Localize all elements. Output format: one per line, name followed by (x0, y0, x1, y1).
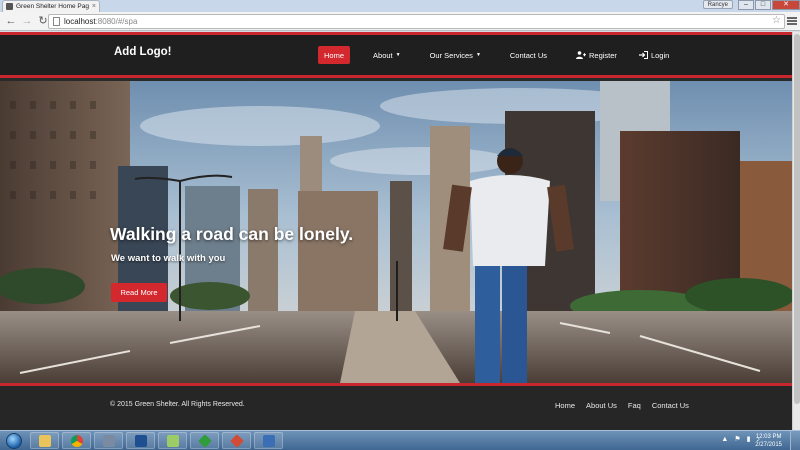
nav-login[interactable]: Login (633, 46, 675, 64)
forward-button[interactable]: → (20, 14, 34, 28)
address-bar[interactable]: localhost:8080/#/spa ☆ (48, 14, 785, 29)
taskbar-apps (30, 432, 283, 449)
footer-link-faq[interactable]: Faq (628, 401, 641, 410)
chrome-icon (70, 434, 83, 447)
nav-about-label: About (373, 50, 393, 60)
network-icon[interactable]: ▮ (747, 435, 751, 443)
window-controls: Rancye – □ ✕ (702, 0, 800, 11)
maximize-button[interactable]: □ (755, 0, 771, 10)
page-favicon-icon (6, 3, 13, 10)
login-icon (638, 51, 648, 59)
chevron-down-icon: ▼ (395, 52, 401, 58)
read-more-button[interactable]: Read More (111, 283, 167, 302)
tab-title: Green Shelter Home Page (16, 3, 89, 10)
nav-services-label: Our Services (429, 50, 473, 60)
notepad-icon (166, 434, 179, 447)
powershell-icon (134, 434, 147, 447)
site-navbar: Add Logo! Home About ▼ Our Services ▼ Cont… (0, 32, 792, 78)
user-plus-icon (576, 51, 586, 59)
taskbar-notepad[interactable] (158, 432, 187, 449)
windows-orb-icon (6, 432, 22, 449)
project-icon (262, 434, 275, 447)
green-app-icon (197, 433, 212, 448)
footer-link-home[interactable]: Home (555, 401, 575, 410)
start-button[interactable] (2, 431, 26, 450)
flag-icon[interactable]: ⚑ (734, 435, 740, 443)
site-logo[interactable]: Add Logo! (114, 46, 171, 58)
taskbar-powershell[interactable] (126, 432, 155, 449)
chrome-menu-icon[interactable] (787, 15, 797, 27)
nav-home[interactable]: Home (318, 46, 351, 64)
tray-arrow-icon[interactable]: ▲ (721, 436, 728, 443)
taskbar-green-app[interactable] (190, 432, 219, 449)
nav-register[interactable]: Register (570, 46, 623, 64)
windows-taskbar: ▲ ⚑ ▮ ♪ 12:03 PM 2/27/2015 (0, 430, 800, 450)
clock-date: 2/27/2015 (755, 442, 782, 448)
scrollbar-thumb[interactable] (794, 34, 800, 404)
clock-time: 12:03 PM (755, 434, 782, 440)
taskbar-tools[interactable] (94, 432, 123, 449)
url-path: :8080/#/spa (95, 17, 138, 26)
back-button[interactable]: ← (4, 14, 18, 28)
hero-subtitle: We want to walk with you (111, 253, 226, 264)
nav-contact[interactable]: Contact Us (504, 46, 553, 64)
bookmark-star-icon[interactable]: ☆ (772, 15, 781, 26)
footer-links: Home About Us Faq Contact Us (555, 401, 689, 410)
taskbar-chrome[interactable] (62, 432, 91, 449)
site-footer: © 2015 Green Shelter. All Rights Reserve… (0, 386, 792, 430)
folder-icon (38, 434, 51, 447)
hero-title: Walking a road can be lonely. (110, 224, 354, 244)
browser-toolbar: ← → ↻ localhost:8080/#/spa ☆ (0, 12, 800, 31)
red-app-icon (229, 433, 244, 448)
system-tray: ▲ ⚑ ▮ ♪ (721, 435, 760, 444)
page-viewport: Add Logo! Home About ▼ Our Services ▼ Cont… (0, 32, 792, 430)
taskbar-explorer[interactable] (30, 432, 59, 449)
nav-login-label: Login (650, 50, 670, 60)
nav-contact-label: Contact Us (509, 50, 547, 60)
footer-link-contact[interactable]: Contact Us (652, 401, 689, 410)
taskbar-project[interactable] (254, 432, 283, 449)
taskbar-red-app[interactable] (222, 432, 251, 449)
nav-home-label: Home (324, 50, 345, 60)
hero-banner: Walking a road can be lonely. We want to… (0, 81, 792, 383)
close-window-button[interactable]: ✕ (772, 0, 800, 10)
page-scrollbar[interactable] (792, 32, 800, 430)
nav-services[interactable]: Our Services ▼ (424, 46, 487, 64)
system-clock[interactable]: 12:03 PM 2/27/2015 (755, 433, 782, 449)
browser-tab[interactable]: Green Shelter Home Page × (2, 0, 100, 12)
profile-button[interactable]: Rancye (702, 0, 733, 9)
nav-register-label: Register (589, 50, 617, 60)
footer-link-about[interactable]: About Us (586, 401, 617, 410)
main-nav: Home About ▼ Our Services ▼ Contact Us Reg… (318, 46, 675, 64)
chevron-down-icon: ▼ (475, 52, 481, 58)
minimize-button[interactable]: – (738, 0, 754, 10)
browser-tabstrip: Green Shelter Home Page × Rancye – □ ✕ (0, 0, 800, 12)
show-desktop-button[interactable] (790, 431, 800, 450)
nav-about[interactable]: About ▼ (367, 46, 407, 64)
tools-icon (102, 434, 115, 447)
tab-close-icon[interactable]: × (92, 3, 96, 10)
url-host: localhost (64, 17, 96, 26)
url-text: localhost:8080/#/spa (64, 17, 137, 26)
copyright-text: © 2015 Green Shelter. All Rights Reserve… (110, 401, 245, 408)
page-icon (53, 17, 60, 26)
